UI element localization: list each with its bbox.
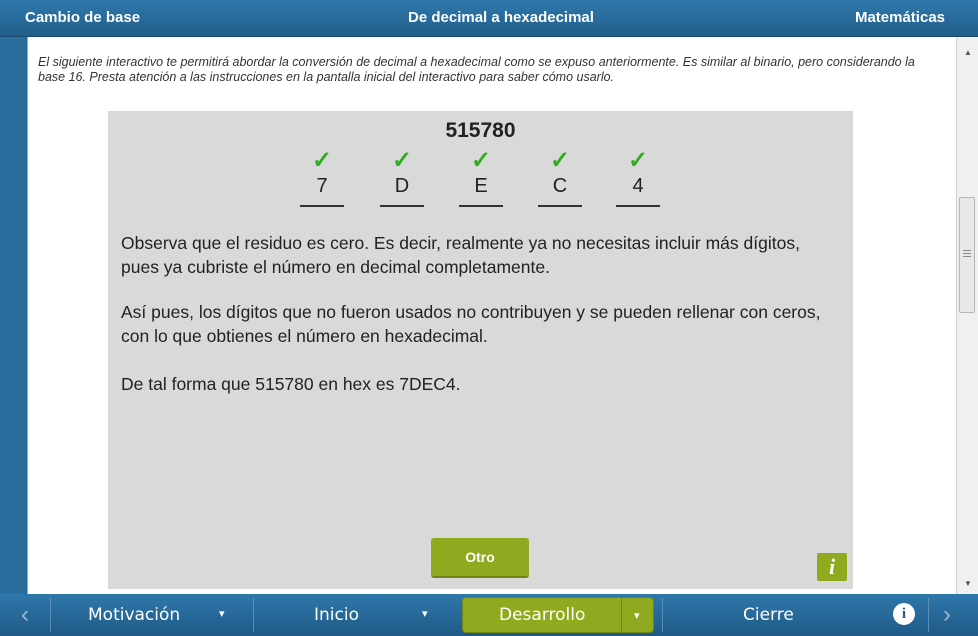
nav-cierre[interactable]: Cierre — [663, 594, 873, 636]
scroll-down-icon[interactable]: ▼ — [957, 576, 978, 592]
digit-slot-1: ✓ 7 — [300, 149, 344, 207]
subject-title: Matemáticas — [854, 9, 945, 26]
chevron-down-icon: ▾ — [422, 608, 428, 620]
digit-value: 4 — [632, 175, 644, 197]
scroll-up-icon[interactable]: ▲ — [957, 45, 978, 61]
digit-underline — [616, 205, 660, 207]
digit-slot-3: ✓ E — [459, 149, 503, 207]
check-icon: ✓ — [627, 147, 649, 174]
nav-label: Motivación — [88, 605, 181, 625]
nav-label: Inicio — [314, 605, 359, 625]
digit-slot-2: ✓ D — [380, 149, 424, 207]
next-arrow-icon[interactable]: › — [937, 602, 957, 628]
digit-slot-4: ✓ C — [538, 149, 582, 207]
digit-value: D — [394, 175, 410, 197]
chevron-down-icon: ▾ — [634, 610, 640, 622]
result-paragraph: De tal forma que 515780 en hex es 7DEC4. — [121, 374, 461, 394]
left-gutter — [0, 37, 27, 594]
digit-value: C — [552, 175, 568, 197]
section-title: Cambio de base — [25, 9, 141, 26]
explanation-paragraph-2: Así pues, los dígitos que no fueron usad… — [121, 302, 821, 346]
digit-slot-5: ✓ 4 — [616, 149, 660, 207]
check-icon: ✓ — [311, 147, 333, 174]
prev-arrow-icon[interactable]: ‹ — [15, 602, 35, 628]
content-area: El siguiente interactivo te permitirá ab… — [27, 37, 956, 594]
check-icon: ✓ — [470, 147, 492, 174]
page-title: De decimal a hexadecimal — [408, 9, 594, 26]
digit-underline — [380, 205, 424, 207]
scrollbar-thumb[interactable] — [959, 197, 975, 313]
decimal-number: 515780 — [445, 119, 516, 142]
header-bar: Cambio de base De decimal a hexadecimal … — [0, 0, 978, 37]
grip-icon — [963, 250, 971, 258]
explanation-paragraph-1: Observa que el residuo es cero. Es decir… — [121, 233, 800, 277]
interactive-panel: 515780 ✓ 7 ✓ D ✓ E ✓ C ✓ 4 Observa que e… — [108, 111, 853, 589]
nav-motivacion[interactable]: Motivación ▾ — [51, 594, 253, 636]
chevron-down-icon: ▾ — [219, 608, 225, 620]
info-icon[interactable]: i — [893, 603, 915, 625]
nav-inicio[interactable]: Inicio ▾ — [254, 594, 460, 636]
digit-underline — [459, 205, 503, 207]
nav-desarrollo-dropdown[interactable]: ▾ — [621, 598, 654, 632]
digit-value: 7 — [316, 175, 328, 197]
nav-label: Desarrollo — [499, 605, 586, 625]
digit-value: E — [474, 175, 488, 197]
info-button[interactable]: i — [817, 553, 847, 581]
nav-desarrollo[interactable]: Desarrollo ▾ — [462, 597, 654, 633]
check-icon: ✓ — [549, 147, 571, 174]
bottom-nav: ‹ Motivación ▾ Inicio ▾ Desarrollo ▾ Cie… — [0, 594, 978, 636]
intro-text: El siguiente interactivo te permitirá ab… — [38, 55, 915, 84]
nav-label: Cierre — [743, 605, 794, 625]
digit-underline — [300, 205, 344, 207]
digit-underline — [538, 205, 582, 207]
otro-button[interactable]: Otro — [431, 538, 529, 578]
check-icon: ✓ — [391, 147, 413, 174]
vertical-scrollbar[interactable]: ▲ ▼ — [956, 37, 978, 594]
nav-divider — [928, 598, 929, 632]
